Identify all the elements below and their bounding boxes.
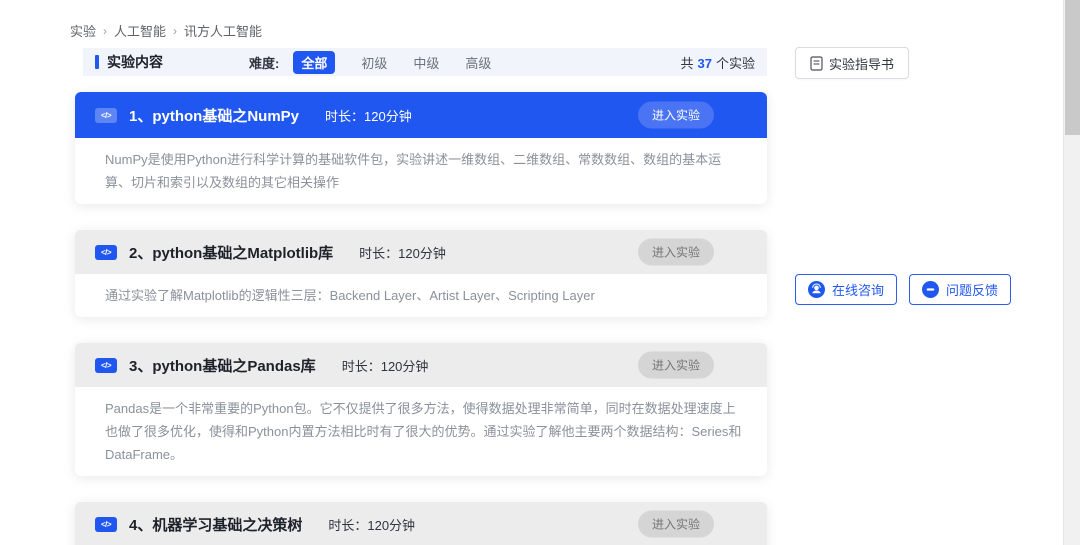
experiment-description: NumPy是使用Python进行科学计算的基础软件包，实验讲述一维数组、二维数组… [105, 148, 742, 194]
experiment-description: 通过实验了解Matplotlib的逻辑性三层：Backend Layer、Art… [105, 284, 742, 307]
enter-experiment-button[interactable]: 进入实验 [638, 352, 714, 379]
experiment-card-header: </> 1、python基础之NumPy 时长：120分钟 进入实验 [75, 92, 767, 138]
experiment-card-body: 通过实验了解Matplotlib的逻辑性三层：Backend Layer、Art… [75, 274, 767, 317]
experiment-duration: 时长：120分钟 [325, 106, 412, 125]
guide-button-label: 实验指导书 [829, 54, 894, 73]
section-title: 实验内容 [107, 52, 163, 72]
experiment-guide-button[interactable]: 实验指导书 [795, 47, 909, 79]
experiment-card-pandas: </> 3、python基础之Pandas库 时长：120分钟 进入实验 Pan… [75, 343, 767, 476]
difficulty-option-all[interactable]: 全部 [293, 51, 335, 74]
code-icon: </> [95, 245, 117, 260]
chat-bubble-icon [922, 281, 939, 298]
section-marker [95, 55, 99, 69]
experiment-card-header: </> 2、python基础之Matplotlib库 时长：120分钟 进入实验 [75, 230, 767, 274]
experiment-title: 2、python基础之Matplotlib库 [129, 242, 333, 263]
experiment-description: Pandas是一个非常重要的Python包。它不仅提供了很多方法，使得数据处理非… [105, 397, 742, 466]
document-icon [810, 56, 823, 71]
breadcrumb-separator: › [173, 24, 177, 38]
experiment-card-header: </> 4、机器学习基础之决策树 时长：120分钟 进入实验 [75, 502, 767, 545]
experiment-list: </> 1、python基础之NumPy 时长：120分钟 进入实验 NumPy… [75, 92, 767, 545]
experiment-card-matplotlib: </> 2、python基础之Matplotlib库 时长：120分钟 进入实验… [75, 230, 767, 317]
enter-experiment-button[interactable]: 进入实验 [638, 102, 714, 129]
count-suffix: 个实验 [716, 56, 755, 71]
experiment-list-page: 实验 › 人工智能 › 讯方人工智能 实验内容 难度: 全部 初级 中级 高级 … [0, 0, 1080, 545]
vertical-scrollbar[interactable] [1063, 0, 1080, 545]
experiment-card-body: Pandas是一个非常重要的Python包。它不仅提供了很多方法，使得数据处理非… [75, 387, 767, 476]
experiment-title: 3、python基础之Pandas库 [129, 355, 316, 376]
breadcrumb-item-xunfang-ai: 讯方人工智能 [184, 21, 262, 40]
code-icon: </> [95, 358, 117, 373]
difficulty-option-intermediate[interactable]: 中级 [413, 53, 439, 72]
experiment-card-header: </> 3、python基础之Pandas库 时长：120分钟 进入实验 [75, 343, 767, 387]
experiment-duration: 时长：120分钟 [328, 515, 415, 534]
experiment-title: 1、python基础之NumPy [129, 105, 299, 126]
breadcrumb-item-ai[interactable]: 人工智能 [114, 21, 166, 40]
count-number: 37 [698, 56, 712, 71]
feedback-button-label: 问题反馈 [946, 280, 998, 299]
floating-buttons: 在线咨询 问题反馈 [795, 274, 1011, 305]
scrollbar-thumb[interactable] [1065, 0, 1080, 135]
enter-experiment-button[interactable]: 进入实验 [638, 239, 714, 266]
count-prefix: 共 [681, 56, 694, 71]
online-consult-button[interactable]: 在线咨询 [795, 274, 897, 305]
headset-icon [808, 281, 825, 298]
feedback-button[interactable]: 问题反馈 [909, 274, 1011, 305]
code-icon: </> [95, 108, 117, 123]
experiment-title: 4、机器学习基础之决策树 [129, 514, 302, 535]
experiment-card-numpy: </> 1、python基础之NumPy 时长：120分钟 进入实验 NumPy… [75, 92, 767, 204]
experiment-duration: 时长：120分钟 [342, 356, 429, 375]
enter-experiment-button[interactable]: 进入实验 [638, 511, 714, 538]
filter-bar: 实验内容 难度: 全部 初级 中级 高级 共 37 个实验 [83, 48, 767, 76]
breadcrumb: 实验 › 人工智能 › 讯方人工智能 [70, 21, 262, 40]
experiment-card-body: NumPy是使用Python进行科学计算的基础软件包，实验讲述一维数组、二维数组… [75, 138, 767, 204]
difficulty-label: 难度: [249, 53, 279, 72]
difficulty-option-advanced[interactable]: 高级 [465, 53, 491, 72]
consult-button-label: 在线咨询 [832, 280, 884, 299]
experiment-card-decision-tree: </> 4、机器学习基础之决策树 时长：120分钟 进入实验 决策树（Decis… [75, 502, 767, 545]
experiment-duration: 时长：120分钟 [359, 243, 446, 262]
experiment-count: 共 37 个实验 [681, 53, 756, 72]
difficulty-option-beginner[interactable]: 初级 [361, 53, 387, 72]
breadcrumb-separator: › [103, 24, 107, 38]
code-icon: </> [95, 517, 117, 532]
breadcrumb-item-experiments[interactable]: 实验 [70, 21, 96, 40]
